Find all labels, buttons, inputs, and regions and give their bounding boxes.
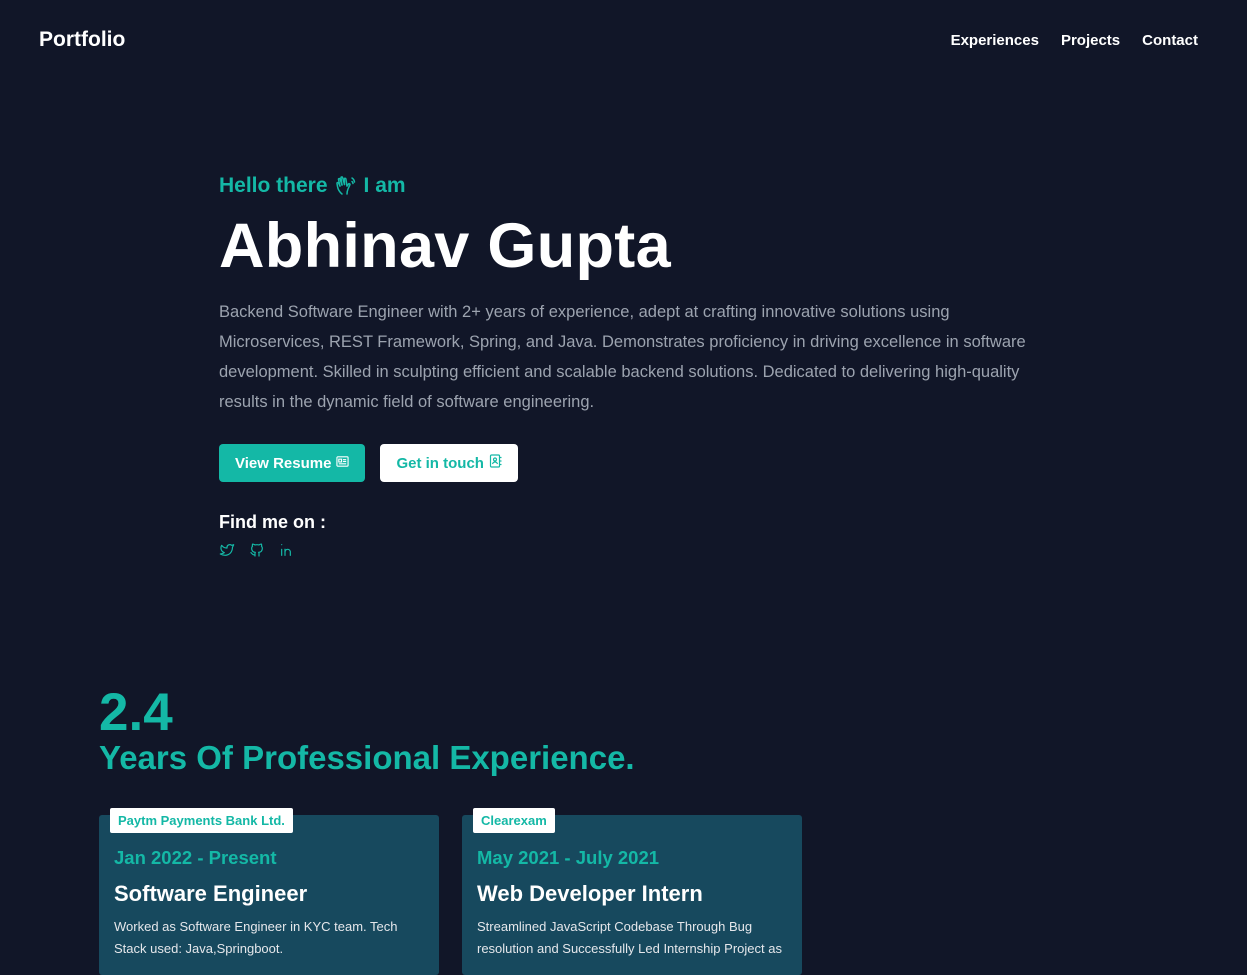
nav-link-contact[interactable]: Contact xyxy=(1142,32,1198,50)
hero-buttons: View Resume Get in touch xyxy=(219,444,1059,482)
experience-date: May 2021 - July 2021 xyxy=(477,847,660,868)
top-navbar: Portfolio Experiences Projects Contact xyxy=(0,0,1247,82)
linkedin-icon[interactable] xyxy=(279,542,295,558)
company-tag: Paytm Payments Bank Ltd. xyxy=(110,808,293,833)
hero-section: Hello there I am Abhinav Gupta Backend S… xyxy=(219,172,1059,558)
experience-years: 2.4 xyxy=(99,683,173,742)
experience-description: Streamlined JavaScript Codebase Through … xyxy=(477,919,782,956)
nav-links: Experiences Projects Contact xyxy=(951,32,1198,50)
social-links xyxy=(219,542,1059,558)
greeting: Hello there I am xyxy=(219,172,1059,200)
company-tag: Clearexam xyxy=(473,808,555,833)
experience-description: Worked as Software Engineer in KYC team.… xyxy=(114,919,398,956)
view-resume-label: View Resume xyxy=(235,454,332,472)
get-in-touch-button[interactable]: Get in touch xyxy=(380,444,518,482)
nav-link-experiences[interactable]: Experiences xyxy=(951,32,1039,50)
experience-title: Years Of Professional Experience. xyxy=(99,739,635,776)
experience-role: Software Engineer xyxy=(114,881,308,906)
experience-role: Web Developer Intern xyxy=(477,881,703,906)
find-me-label: Find me on : xyxy=(219,512,326,532)
view-resume-button[interactable]: View Resume xyxy=(219,444,366,482)
experience-card-paytm: Paytm Payments Bank Ltd. Jan 2022 - Pres… xyxy=(99,808,439,975)
newspaper-icon xyxy=(336,455,350,472)
hero-bio: Backend Software Engineer with 2+ years … xyxy=(219,303,1026,411)
get-in-touch-label: Get in touch xyxy=(396,454,484,472)
brand-logo[interactable]: Portfolio xyxy=(39,27,125,53)
greeting-suffix: I am xyxy=(363,174,406,197)
nav-link-projects[interactable]: Projects xyxy=(1061,32,1120,50)
twitter-icon[interactable] xyxy=(219,542,235,558)
waving-hand-icon xyxy=(334,174,358,198)
hero-name: Abhinav Gupta xyxy=(219,211,671,281)
address-book-icon xyxy=(489,454,502,472)
github-icon[interactable] xyxy=(249,542,265,558)
experience-date: Jan 2022 - Present xyxy=(114,847,277,868)
experience-card-clearexam: Clearexam May 2021 - July 2021 Web Devel… xyxy=(462,808,802,975)
greeting-prefix: Hello there xyxy=(219,174,328,197)
